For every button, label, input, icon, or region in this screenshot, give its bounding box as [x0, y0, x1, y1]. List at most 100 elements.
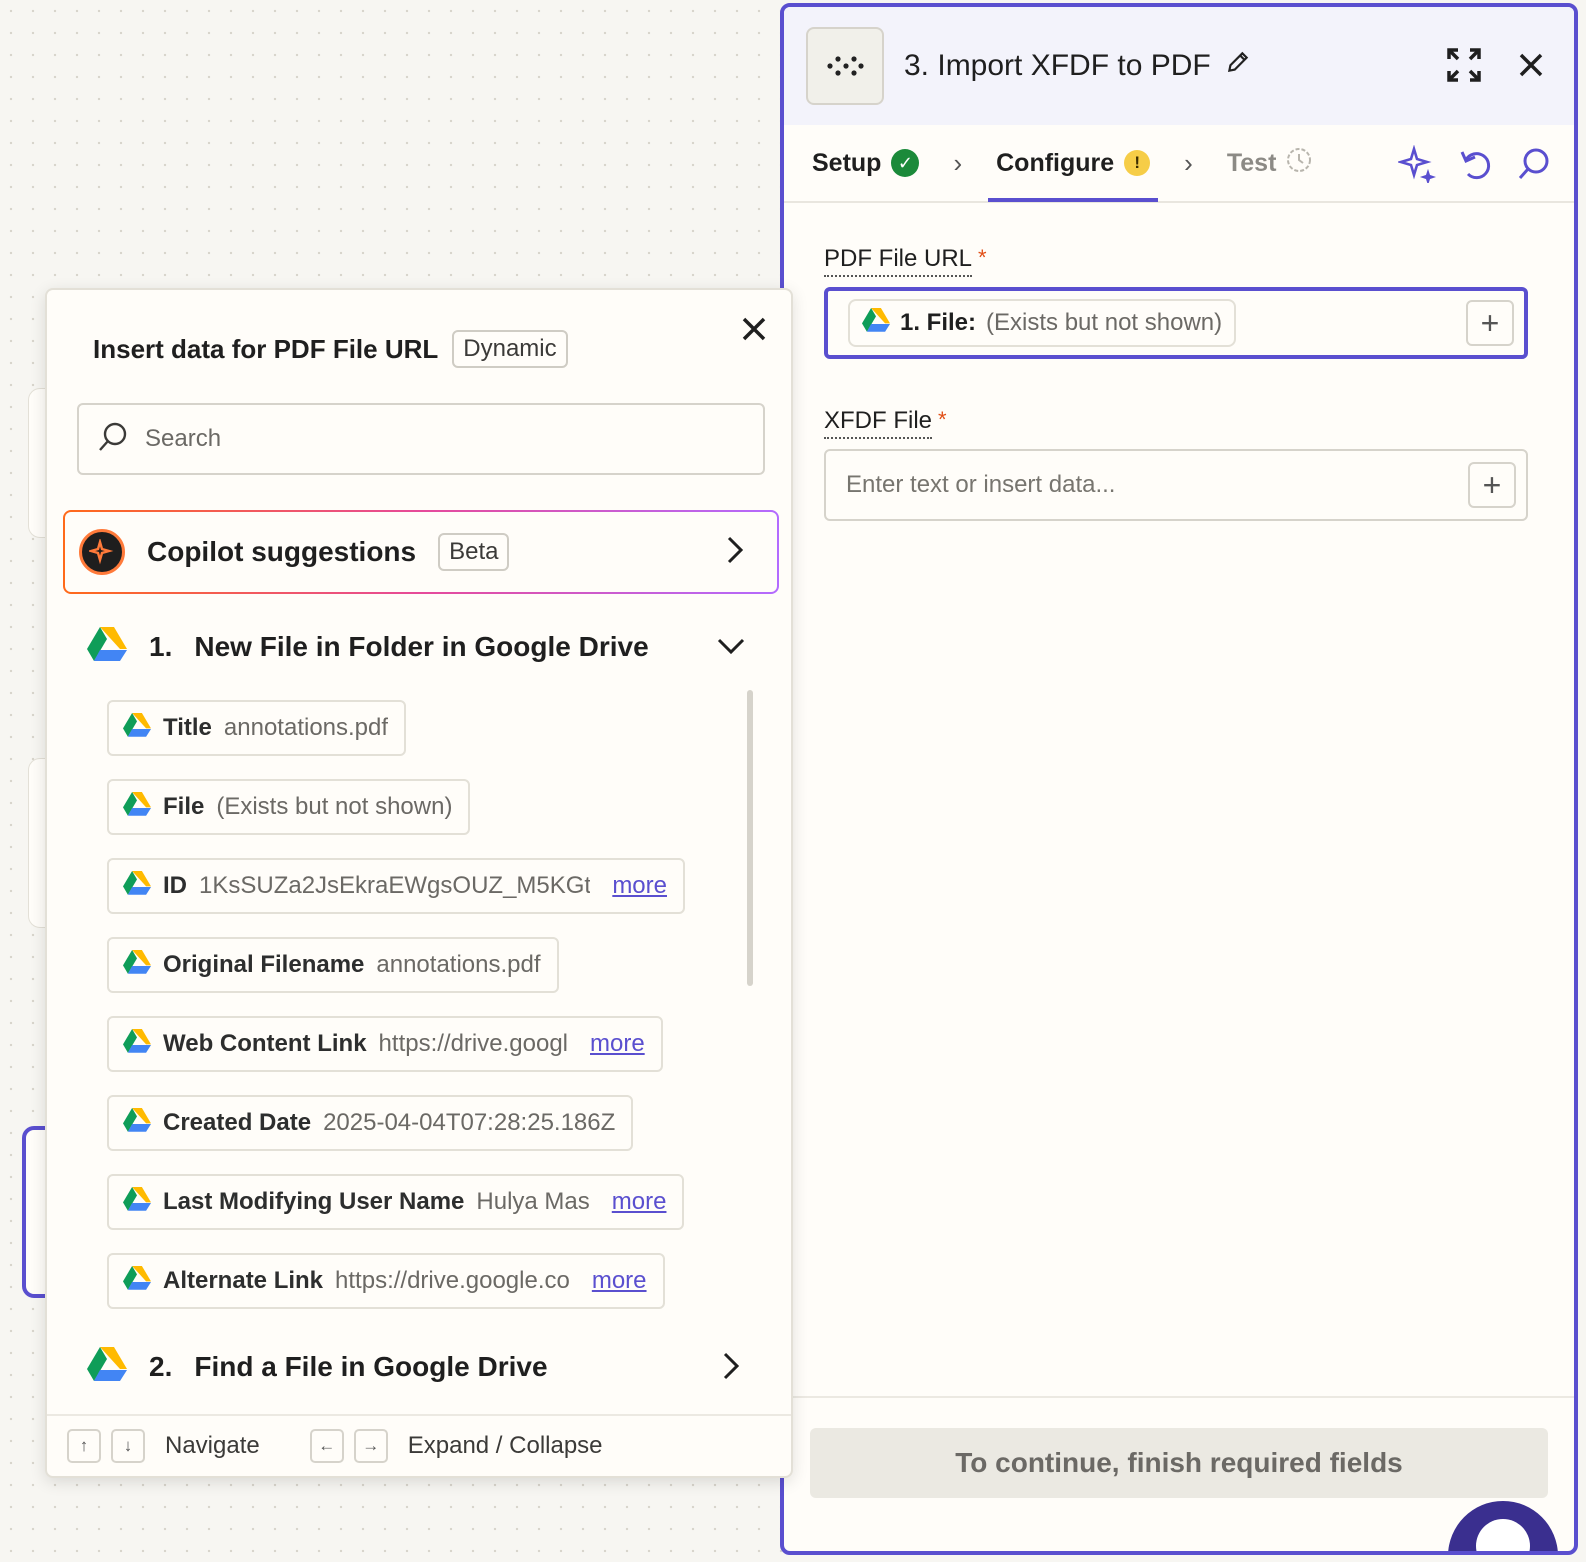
data-field-option[interactable]: Original Filename annotations.pdf — [107, 937, 559, 993]
tab-label: Test — [1226, 148, 1277, 177]
data-field-option[interactable]: Title annotations.pdf — [107, 700, 407, 756]
arrow-left-key: ← — [309, 1429, 344, 1463]
undo-icon[interactable] — [1458, 145, 1494, 183]
list-item: Title annotations.pdf — [107, 700, 757, 779]
field-key: ID — [163, 872, 187, 899]
field-value: 1KsSUZa2JsEkraEWgsOUZ_M5KGt — [199, 872, 591, 899]
field-key: Last Modifying User Name — [163, 1188, 465, 1215]
required-marker: * — [938, 407, 947, 432]
field-value: https://drive.googl — [378, 1030, 568, 1057]
step-panel: 3. Import XFDF to PDF Setup ✓ › Configur… — [780, 3, 1578, 1555]
pdf-file-url-input[interactable]: 1. File: (Exists but not shown) + — [824, 287, 1528, 359]
data-field-option[interactable]: Created Date 2025-04-04T07:28:25.186Z — [107, 1095, 634, 1151]
more-link[interactable]: more — [612, 1188, 667, 1216]
help-chat-button[interactable] — [1448, 1501, 1558, 1551]
required-marker: * — [978, 245, 987, 270]
beta-tag: Beta — [438, 533, 510, 571]
copilot-label: Copilot suggestions — [147, 536, 417, 567]
google-drive-icon — [87, 626, 127, 668]
insert-data-popover: Insert data for PDF File URL Dynamic Cop… — [45, 288, 793, 1478]
group-header-1[interactable]: 1. New File in Folder in Google Drive — [87, 626, 649, 668]
close-icon[interactable] — [1518, 52, 1544, 78]
data-field-option[interactable]: File (Exists but not shown) — [107, 779, 471, 835]
google-drive-icon — [123, 949, 151, 981]
google-drive-icon — [87, 1346, 127, 1388]
tab-label: Configure — [996, 148, 1115, 177]
expand-icon[interactable] — [1446, 47, 1482, 83]
list-item: ID 1KsSUZa2JsEkraEWgsOUZ_M5KGt more — [107, 858, 757, 937]
panel-footer: To continue, finish required fields — [784, 1396, 1574, 1551]
field-value: annotations.pdf — [223, 714, 389, 741]
list-item: Alternate Link https://drive.google.co mor… — [107, 1253, 757, 1332]
search-icon[interactable] — [1516, 145, 1552, 183]
google-drive-icon — [862, 307, 890, 339]
data-field-option[interactable]: ID 1KsSUZa2JsEkraEWgsOUZ_M5KGt more — [107, 858, 685, 914]
google-drive-icon — [123, 1107, 151, 1139]
popover-title: Insert data for PDF File URL — [93, 333, 439, 364]
search-icon — [97, 421, 129, 458]
more-link[interactable]: more — [612, 872, 667, 900]
tab-configure[interactable]: Configure ! — [988, 124, 1159, 202]
data-field-option[interactable]: Last Modifying User Name Hulya Mas more — [107, 1174, 685, 1230]
chevron-down-icon[interactable] — [715, 636, 747, 661]
field-key: Created Date — [163, 1109, 312, 1136]
more-link[interactable]: more — [592, 1267, 647, 1295]
data-field-option[interactable]: Web Content Link https://drive.googl more — [107, 1016, 663, 1072]
keyboard-hints: ↑ ↓ Navigate ← → Expand / Collapse — [47, 1414, 791, 1476]
xfdf-file-input[interactable]: Enter text or insert data... + — [824, 449, 1528, 521]
field-key: Title — [163, 714, 212, 741]
warning-icon: ! — [1124, 150, 1151, 176]
chevron-right-icon[interactable] — [721, 1350, 741, 1387]
continue-button[interactable]: To continue, finish required fields — [810, 1428, 1548, 1498]
copilot-suggestions[interactable]: Copilot suggestions Beta — [63, 510, 779, 594]
group-title: Find a File in Google Drive — [194, 1351, 548, 1382]
panel-header: 3. Import XFDF to PDF — [784, 7, 1574, 125]
data-field-option[interactable]: Alternate Link https://drive.google.co mor… — [107, 1253, 665, 1309]
insert-data-button[interactable]: + — [1468, 462, 1516, 508]
step-title-text: 3. Import XFDF to PDF — [904, 49, 1211, 82]
arrow-right-key: → — [353, 1429, 388, 1463]
more-link[interactable]: more — [590, 1030, 645, 1058]
pill-value: (Exists but not shown) — [986, 309, 1223, 336]
google-drive-icon — [123, 791, 151, 823]
google-drive-icon — [123, 870, 151, 902]
tab-test[interactable]: Test — [1219, 124, 1321, 202]
step-tabs: Setup ✓ › Configure ! › Test — [784, 125, 1574, 203]
list-item: File (Exists but not shown) — [107, 779, 757, 858]
chevron-right-icon: › — [1184, 147, 1193, 178]
search-field[interactable] — [77, 403, 765, 475]
google-drive-icon — [123, 1186, 151, 1218]
navigate-hint: Navigate — [165, 1432, 260, 1459]
sparkle-icon[interactable] — [1398, 145, 1436, 183]
group-number: 2. — [149, 1351, 173, 1382]
list-item: Last Modifying User Name Hulya Mas more — [107, 1174, 757, 1253]
list-item: Created Date 2025-04-04T07:28:25.186Z — [107, 1095, 757, 1174]
chevron-right-icon — [725, 534, 745, 571]
tab-setup[interactable]: Setup ✓ — [804, 124, 927, 202]
field-key: Alternate Link — [163, 1267, 324, 1294]
pending-clock-icon — [1286, 147, 1312, 180]
configure-form: PDF File URL * 1. File: (Exists but not s… — [784, 203, 1574, 521]
field-value: 2025-04-04T07:28:25.186Z — [323, 1109, 616, 1136]
google-drive-icon — [123, 1265, 151, 1297]
chevron-right-icon: › — [953, 147, 963, 178]
step-title[interactable]: 3. Import XFDF to PDF — [904, 49, 1251, 83]
field-key: Web Content Link — [163, 1030, 367, 1057]
field-value: https://drive.google.co — [335, 1267, 570, 1294]
scrollbar[interactable] — [747, 690, 753, 986]
group-header-2[interactable]: 2. Find a File in Google Drive — [87, 1346, 548, 1388]
pill-key: 1. File: — [900, 309, 977, 336]
data-pill[interactable]: 1. File: (Exists but not shown) — [848, 299, 1237, 347]
field-value: Hulya Mas — [476, 1188, 590, 1215]
field-key: File — [163, 793, 205, 820]
insert-data-button[interactable]: + — [1466, 300, 1514, 346]
tab-label: Setup — [812, 148, 882, 177]
google-drive-icon — [123, 712, 151, 744]
list-item: Web Content Link https://drive.googl more — [107, 1016, 757, 1095]
google-drive-icon — [123, 1028, 151, 1060]
dots-logo-icon — [806, 27, 884, 105]
list-item: Original Filename annotations.pdf — [107, 937, 757, 1016]
close-icon[interactable] — [741, 316, 767, 342]
search-input[interactable] — [145, 425, 705, 453]
pencil-icon[interactable] — [1225, 49, 1251, 83]
